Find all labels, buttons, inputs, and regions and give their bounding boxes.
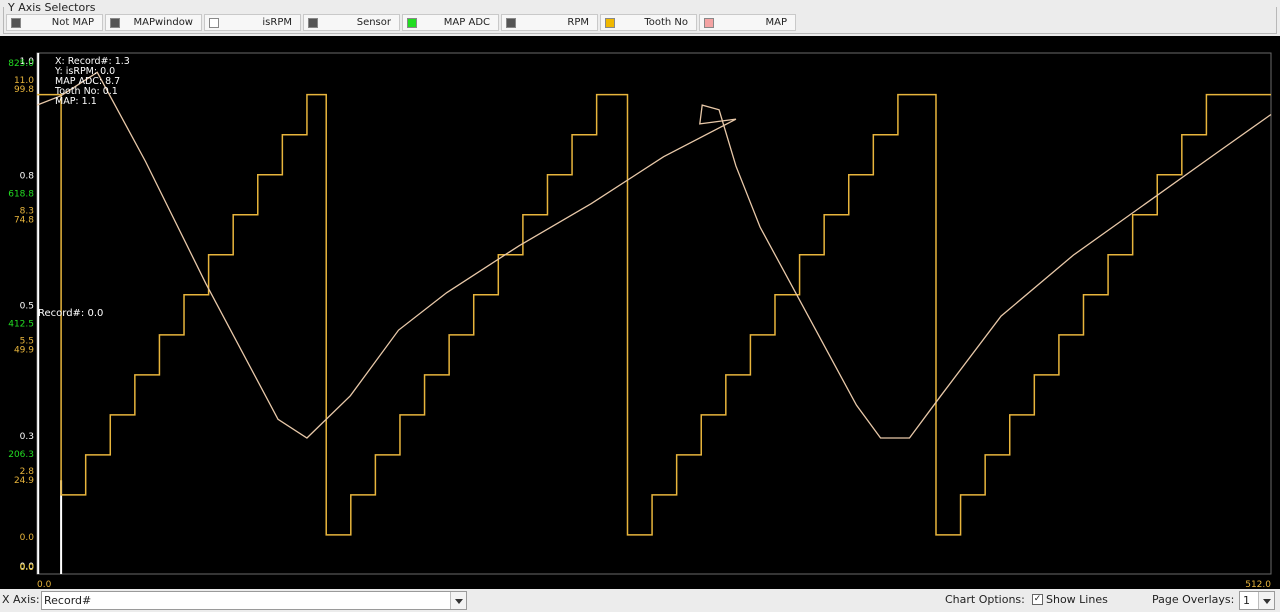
selector-row: Not MAP MAPwindow isRPM Sensor MAP ADC RPM Too…: [6, 14, 796, 31]
cursor-record-label: Record#: 0.0: [38, 308, 103, 319]
y-tick-mapadc: 825.0: [8, 59, 34, 69]
y-tick-map: 99.8: [14, 85, 34, 95]
y-selector-not-map[interactable]: Not MAP: [6, 14, 103, 31]
selector-label: MAP ADC: [443, 17, 490, 28]
selector-label: Not MAP: [51, 17, 94, 28]
selector-label: isRPM: [262, 17, 292, 28]
x-axis-label: X Axis:: [2, 593, 40, 606]
y-selector-map-adc[interactable]: MAP ADC: [402, 14, 499, 31]
selector-label: RPM: [567, 17, 589, 28]
series-color-swatch[interactable]: [308, 18, 318, 28]
page-overlays-select[interactable]: 1: [1239, 591, 1275, 610]
x-tick-max: 512.0: [1245, 580, 1271, 589]
series-color-swatch[interactable]: [110, 18, 120, 28]
y-selector-mapwindow[interactable]: MAPwindow: [105, 14, 202, 31]
show-lines-label[interactable]: Show Lines: [1046, 593, 1108, 606]
tooltip-line: MAP: 1.1: [55, 96, 97, 107]
megalog-viewer: Y Axis Selectors Not MAP MAPwindow isRPM Se…: [0, 0, 1280, 612]
series-color-swatch[interactable]: [407, 18, 417, 28]
selector-label: Tooth No: [644, 17, 688, 28]
chevron-down-icon[interactable]: [450, 592, 466, 609]
y-tick-map: 24.9: [14, 476, 34, 486]
y-tick-mapadc: 618.8: [8, 189, 34, 199]
bottom-toolbar: X Axis: Record# Chart Options: ✓ Show Li…: [0, 589, 1280, 612]
y-tick-col1: 0.3: [20, 432, 34, 442]
y-tick-mapadc: 412.5: [8, 320, 34, 330]
y-axis-selectors-panel: Y Axis Selectors Not MAP MAPwindow isRPM Se…: [0, 0, 1280, 36]
y-selector-map[interactable]: MAP: [699, 14, 796, 31]
show-lines-checkbox[interactable]: ✓: [1032, 594, 1043, 605]
y-tick-col1: 0.8: [20, 171, 35, 181]
y-selector-sensor[interactable]: Sensor: [303, 14, 400, 31]
plot-background: [0, 36, 1280, 589]
x-axis-value: Record#: [44, 594, 92, 607]
page-overlays-value: 1: [1243, 594, 1250, 607]
series-color-swatch[interactable]: [209, 18, 219, 28]
x-axis-select[interactable]: Record#: [41, 591, 467, 610]
chart-plot[interactable]: 1.0825.011.099.80.8618.88.374.80.5412.55…: [0, 36, 1280, 589]
y-axis-selectors-title: Y Axis Selectors: [8, 1, 96, 14]
y-selector-isrpm[interactable]: isRPM: [204, 14, 301, 31]
selector-label: MAP: [765, 17, 788, 28]
chevron-down-icon[interactable]: [1258, 592, 1274, 609]
y-selector-tooth-no[interactable]: Tooth No: [600, 14, 697, 31]
series-color-swatch[interactable]: [506, 18, 516, 28]
series-color-swatch[interactable]: [605, 18, 615, 28]
y-tick-extra: 0.0: [20, 533, 35, 543]
chart-options-label: Chart Options:: [945, 593, 1025, 606]
series-color-swatch[interactable]: [11, 18, 21, 28]
selector-label: Sensor: [356, 17, 391, 28]
y-tick-col1: 0.5: [20, 302, 34, 312]
y-selector-rpm[interactable]: RPM: [501, 14, 598, 31]
page-overlays-label: Page Overlays:: [1152, 593, 1235, 606]
y-tick-map: 0.0: [20, 563, 35, 573]
selector-label: MAPwindow: [133, 17, 193, 28]
x-tick-min: 0.0: [37, 580, 52, 589]
y-tick-map: 74.8: [14, 215, 34, 225]
y-tick-map: 49.9: [14, 346, 34, 356]
y-tick-mapadc: 206.3: [8, 450, 34, 460]
series-color-swatch[interactable]: [704, 18, 714, 28]
